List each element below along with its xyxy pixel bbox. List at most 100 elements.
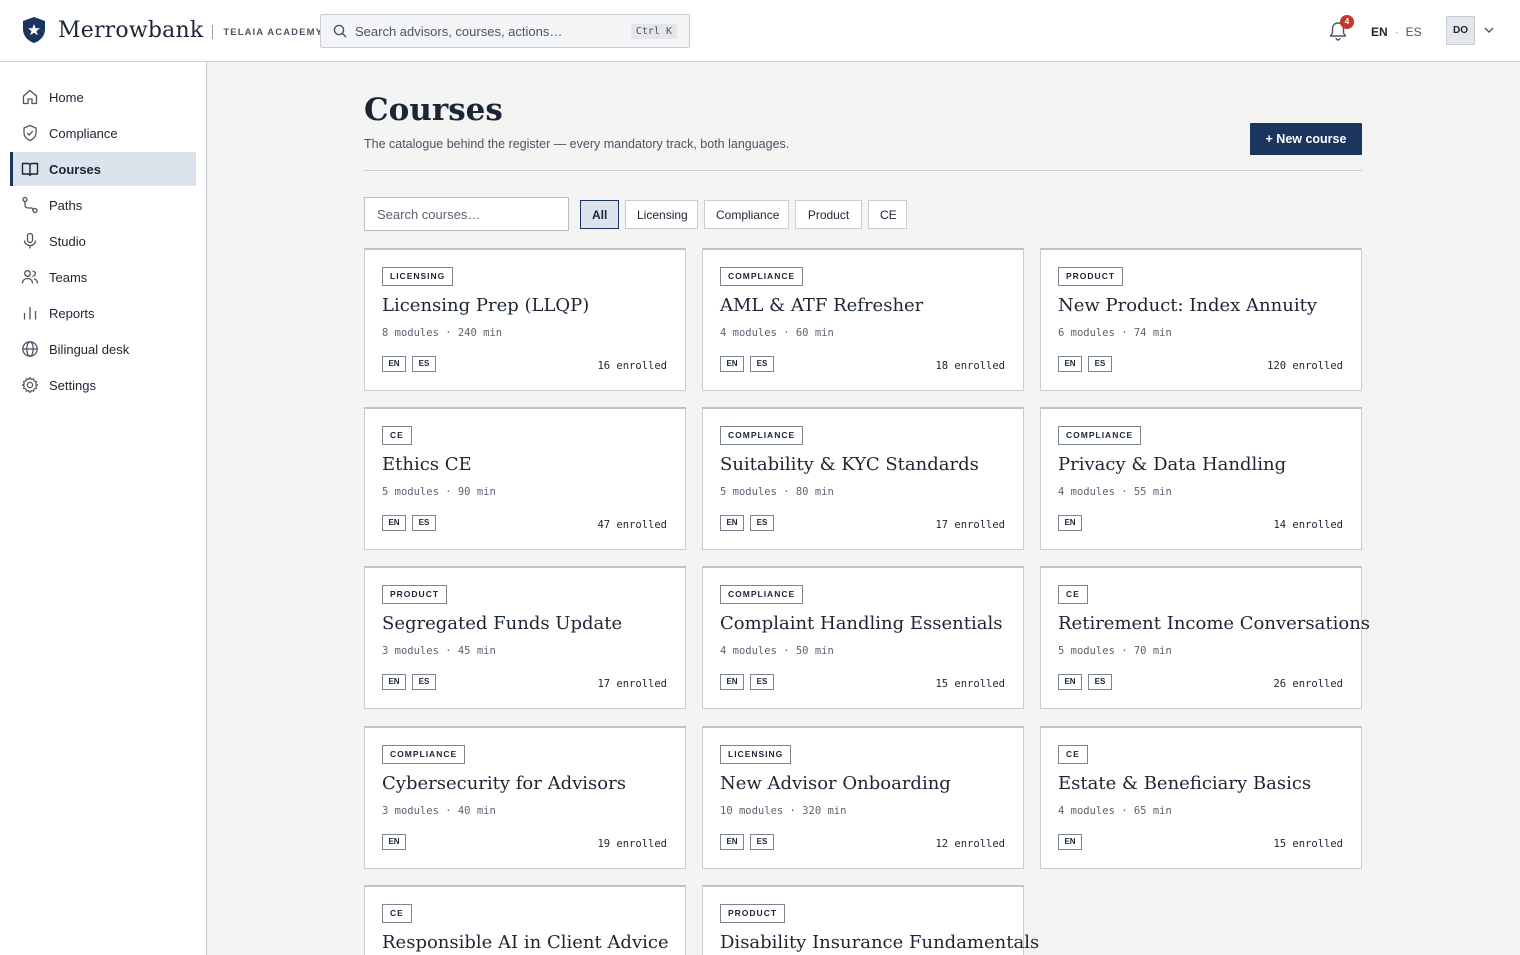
language-badge-en: EN — [382, 515, 406, 531]
course-card[interactable]: CE Ethics CE 5 modules · 90 min EN ES 47 … — [364, 407, 686, 550]
course-meta: 5 modules · 70 min — [1058, 645, 1172, 657]
header-divider — [364, 170, 1362, 171]
course-card[interactable]: CE Retirement Income Conversations 5 mod… — [1040, 566, 1370, 709]
course-title: Responsible AI in Client Advice — [382, 932, 669, 953]
course-title: Licensing Prep (LLQP) — [382, 295, 590, 316]
language-badge-en: EN — [720, 356, 744, 372]
sidebar-item-label: Paths — [49, 197, 83, 213]
brand-name: Merrowbank — [58, 17, 204, 43]
category-tag: COMPLIANCE — [382, 745, 466, 764]
sidebar-item-label: Compliance — [49, 125, 118, 141]
course-card[interactable]: COMPLIANCE Cybersecurity for Advisors 3 … — [364, 726, 686, 869]
filter-licensing[interactable]: Licensing — [625, 200, 698, 229]
sidebar-item-label: Reports — [49, 305, 95, 321]
language-badges: EN ES — [1058, 674, 1118, 690]
course-meta: 4 modules · 65 min — [1058, 805, 1172, 817]
course-meta: 5 modules · 90 min — [382, 486, 496, 498]
language-badges: EN — [382, 834, 412, 850]
course-card[interactable]: LICENSING Licensing Prep (LLQP) 8 module… — [364, 248, 686, 391]
user-avatar[interactable]: DO — [1446, 16, 1475, 45]
sidebar-item-teams[interactable]: Teams — [10, 260, 196, 294]
language-switcher: EN · ES — [1371, 25, 1422, 39]
course-meta: 6 modules · 74 min — [1058, 327, 1172, 339]
sidebar-item-courses[interactable]: Courses — [10, 152, 196, 186]
course-card[interactable]: PRODUCT Disability Insurance Fundamental… — [702, 885, 1039, 955]
top-bar: Merrowbank TELAIA ACADEMY Ctrl K 4 EN · … — [0, 0, 1520, 62]
course-title: AML & ATF Refresher — [720, 295, 924, 316]
course-card[interactable]: CE Estate & Beneficiary Basics 4 modules… — [1040, 726, 1362, 869]
category-tag: PRODUCT — [382, 585, 448, 604]
enrolled-count: 47 enrolled — [597, 519, 667, 531]
category-tag: PRODUCT — [1058, 267, 1124, 286]
global-search[interactable]: Ctrl K — [320, 14, 690, 48]
course-meta: 10 modules · 320 min — [720, 805, 847, 817]
sidebar-item-label: Teams — [49, 269, 88, 285]
language-badges: EN ES — [382, 356, 442, 372]
microphone-icon — [23, 232, 37, 249]
language-badge-es: ES — [750, 515, 774, 531]
shield-logo-icon — [23, 17, 45, 43]
course-meta: 8 modules · 240 min — [382, 327, 503, 339]
language-badge-en: EN — [382, 834, 406, 850]
new-course-button[interactable]: + New course — [1250, 123, 1362, 155]
category-tag: PRODUCT — [720, 904, 786, 923]
brand[interactable]: Merrowbank TELAIA ACADEMY — [22, 16, 323, 44]
chevron-down-icon[interactable] — [1483, 24, 1495, 36]
course-card[interactable]: COMPLIANCE AML & ATF Refresher 4 modules… — [702, 248, 1024, 391]
sidebar-item-home[interactable]: Home — [10, 80, 196, 114]
course-title: Privacy & Data Handling — [1058, 454, 1287, 475]
global-search-input[interactable] — [355, 21, 615, 41]
language-badges: EN ES — [720, 515, 780, 531]
course-card[interactable]: COMPLIANCE Complaint Handling Essentials… — [702, 566, 1024, 709]
course-card[interactable]: PRODUCT New Product: Index Annuity 6 mod… — [1040, 248, 1362, 391]
course-title: Estate & Beneficiary Basics — [1058, 773, 1312, 794]
sidebar-item-label: Studio — [49, 233, 86, 249]
language-badge-en: EN — [1058, 515, 1082, 531]
language-badge-en: EN — [720, 515, 744, 531]
language-badge-es: ES — [412, 674, 436, 690]
sidebar-item-reports[interactable]: Reports — [10, 296, 196, 330]
language-badge-en: EN — [720, 674, 744, 690]
course-search-input[interactable] — [364, 197, 569, 231]
search-icon — [333, 24, 347, 38]
course-title: Ethics CE — [382, 454, 472, 475]
gear-icon — [21, 376, 39, 394]
enrolled-count: 120 enrolled — [1267, 360, 1343, 372]
enrolled-count: 12 enrolled — [935, 838, 1005, 850]
language-badge-en: EN — [1058, 834, 1082, 850]
language-badge-es: ES — [412, 515, 436, 531]
course-card[interactable]: CE Responsible AI in Client Advice — [364, 885, 686, 955]
brand-subtitle: TELAIA ACADEMY — [223, 27, 324, 38]
language-es[interactable]: ES — [1406, 25, 1422, 39]
filter-product[interactable]: Product — [795, 200, 862, 229]
course-card[interactable]: LICENSING New Advisor Onboarding 10 modu… — [702, 726, 1024, 869]
course-card[interactable]: PRODUCT Segregated Funds Update 3 module… — [364, 566, 686, 709]
course-meta: 4 modules · 55 min — [1058, 486, 1172, 498]
filter-compliance[interactable]: Compliance — [704, 200, 789, 229]
sidebar-item-bilingual-desk[interactable]: Bilingual desk — [10, 332, 196, 366]
enrolled-count: 18 enrolled — [935, 360, 1005, 372]
sidebar-item-studio[interactable]: Studio — [10, 224, 196, 258]
filter-all[interactable]: All — [580, 200, 619, 229]
course-card[interactable]: COMPLIANCE Suitability & KYC Standards 5… — [702, 407, 1024, 550]
enrolled-count: 16 enrolled — [597, 360, 667, 372]
course-meta: 4 modules · 50 min — [720, 645, 834, 657]
category-tag: CE — [1058, 745, 1088, 764]
enrolled-count: 15 enrolled — [935, 678, 1005, 690]
language-en[interactable]: EN — [1371, 25, 1388, 39]
sidebar-item-paths[interactable]: Paths — [10, 188, 196, 222]
language-badges: EN ES — [382, 674, 442, 690]
course-card[interactable]: COMPLIANCE Privacy & Data Handling 4 mod… — [1040, 407, 1362, 550]
language-separator: · — [1394, 25, 1399, 39]
language-badge-es: ES — [750, 356, 774, 372]
language-badges: EN ES — [1058, 356, 1118, 372]
enrolled-count: 15 enrolled — [1273, 838, 1343, 850]
language-badge-es: ES — [750, 834, 774, 850]
globe-icon — [22, 341, 38, 357]
sidebar-item-label: Courses — [49, 161, 102, 177]
category-tag: COMPLIANCE — [1058, 426, 1142, 445]
filter-ce[interactable]: CE — [868, 200, 907, 229]
category-tag: CE — [382, 426, 412, 445]
sidebar-item-compliance[interactable]: Compliance — [10, 116, 196, 150]
sidebar-item-settings[interactable]: Settings — [10, 368, 196, 402]
